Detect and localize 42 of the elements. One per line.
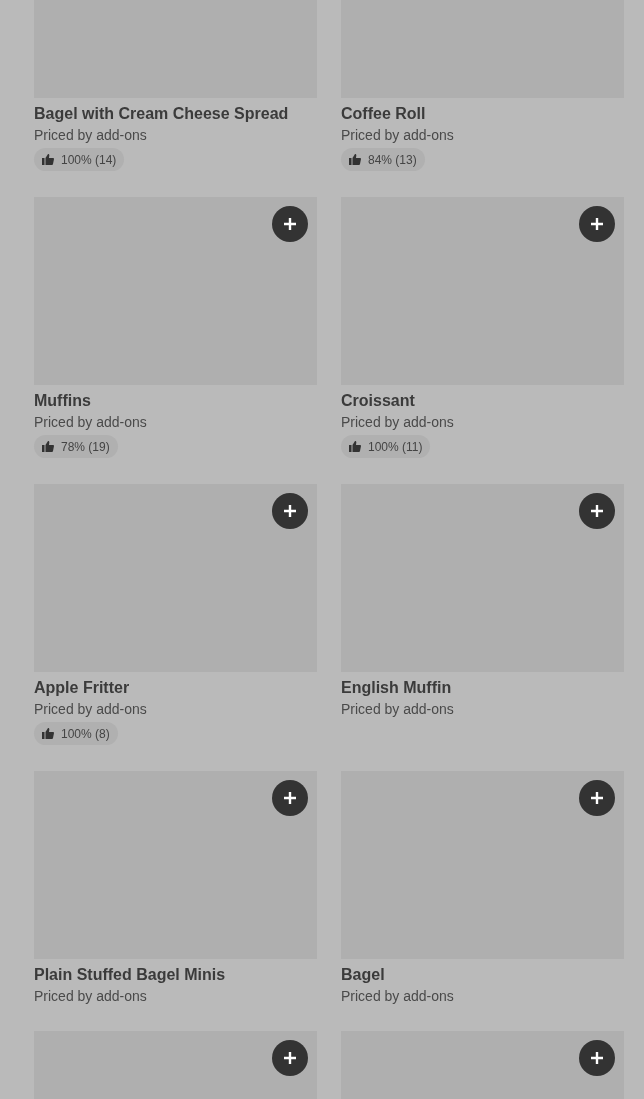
add-button[interactable] xyxy=(272,206,308,242)
rating-text: 100% (14) xyxy=(61,151,117,169)
plus-icon xyxy=(590,791,604,805)
price-text: Priced by add-ons xyxy=(341,987,455,1006)
price-text: Priced by add-ons xyxy=(34,413,148,432)
add-button[interactable] xyxy=(272,493,308,529)
plus-icon xyxy=(283,1051,297,1065)
plus-icon xyxy=(590,1051,604,1065)
item-title: Croissant xyxy=(341,391,416,411)
item-title: Muffins xyxy=(34,391,92,411)
add-button[interactable] xyxy=(579,1040,615,1076)
thumbs-up-icon xyxy=(42,728,54,739)
add-button[interactable] xyxy=(579,206,615,242)
price-text: Priced by add-ons xyxy=(341,700,455,719)
price-text: Priced by add-ons xyxy=(34,700,148,719)
plus-icon xyxy=(283,791,297,805)
item-title: Apple Fritter xyxy=(34,678,131,698)
item-title: Bagel with Cream Cheese Spread xyxy=(34,104,290,124)
item-title: English Muffin xyxy=(341,678,453,698)
add-button[interactable] xyxy=(272,1040,308,1076)
price-text: Priced by add-ons xyxy=(341,413,455,432)
price-text: Priced by add-ons xyxy=(34,987,148,1006)
rating-text: 100% (8) xyxy=(61,725,110,743)
plus-icon xyxy=(590,217,604,231)
thumbs-up-icon xyxy=(349,441,361,452)
item-title: Bagel xyxy=(341,965,386,985)
plus-icon xyxy=(283,504,297,518)
add-button[interactable] xyxy=(579,493,615,529)
plus-icon xyxy=(283,217,297,231)
price-text: Priced by add-ons xyxy=(341,126,455,145)
price-text: Priced by add-ons xyxy=(34,126,148,145)
rating-text: 100% (11) xyxy=(368,438,423,456)
thumbs-up-icon xyxy=(42,154,54,165)
thumbs-up-icon xyxy=(42,441,54,452)
add-button[interactable] xyxy=(579,780,615,816)
thumbs-up-icon xyxy=(349,154,361,165)
plus-icon xyxy=(590,504,604,518)
rating-text: 84% (13) xyxy=(368,151,417,169)
add-button[interactable] xyxy=(272,780,308,816)
rating-text: 78% (19) xyxy=(61,438,110,456)
item-title: Plain Stuffed Bagel Minis xyxy=(34,965,227,985)
item-title: Coffee Roll xyxy=(341,104,427,124)
